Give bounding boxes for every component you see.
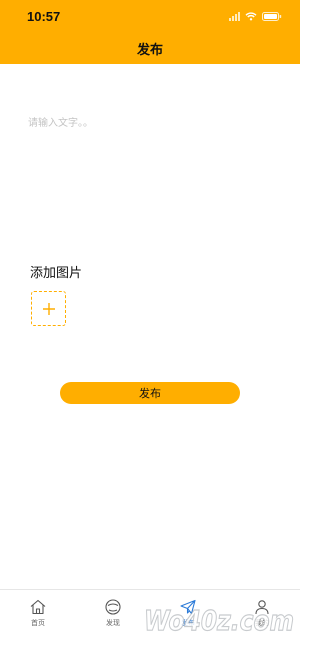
status-bar: 10:57 (0, 0, 300, 34)
add-image-label: 添加图片 (30, 266, 83, 281)
discover-icon (105, 599, 121, 615)
post-text-input[interactable] (28, 114, 273, 234)
home-icon (30, 599, 46, 615)
watermark-text: Wo40z.com (144, 604, 294, 637)
add-image-button[interactable] (31, 291, 66, 326)
watermark-logo: Wo40z.com (143, 603, 294, 637)
page-title: 发布 (136, 43, 163, 58)
battery-icon (262, 11, 282, 21)
signal-icon (229, 11, 240, 21)
wifi-icon (245, 11, 257, 21)
tab-discover[interactable]: 发现 (88, 598, 138, 628)
status-time: 10:57 (27, 9, 61, 24)
nav-bar: 发布 (0, 34, 300, 64)
tab-label-home: 首页 (31, 619, 45, 627)
tab-home[interactable]: 首页 (13, 598, 63, 628)
publish-button[interactable]: 发布 (60, 382, 240, 404)
plus-icon (42, 302, 55, 315)
status-icons (229, 11, 282, 21)
tab-label-discover: 发现 (106, 619, 120, 627)
